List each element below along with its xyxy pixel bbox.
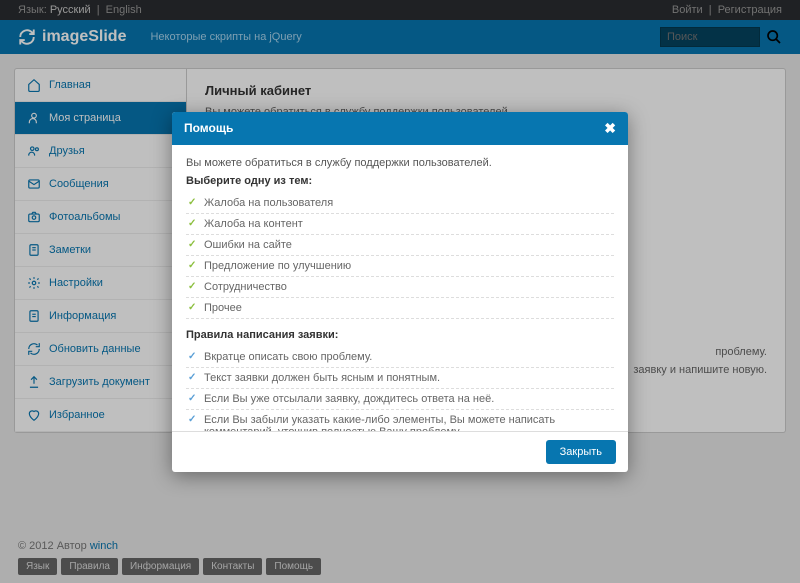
- rule-item: Если Вы забыли указать какие-либо элемен…: [186, 410, 614, 431]
- topic-item[interactable]: Сотрудничество: [186, 277, 614, 298]
- modal-title: Помощь: [184, 121, 233, 135]
- modal-overlay[interactable]: Помощь ✖ Вы можете обратиться в службу п…: [0, 0, 800, 583]
- topic-item[interactable]: Ошибки на сайте: [186, 235, 614, 256]
- rule-item: Если Вы уже отсылали заявку, дождитесь о…: [186, 389, 614, 410]
- modal-body[interactable]: Вы можете обратиться в службу поддержки …: [172, 145, 628, 431]
- modal-intro: Вы можете обратиться в службу поддержки …: [186, 157, 614, 169]
- modal-choose: Выберите одну из тем:: [186, 175, 614, 187]
- topic-item[interactable]: Жалоба на контент: [186, 214, 614, 235]
- rule-item: Текст заявки должен быть ясным и понятны…: [186, 368, 614, 389]
- topic-item[interactable]: Жалоба на пользователя: [186, 193, 614, 214]
- topic-item[interactable]: Предложение по улучшению: [186, 256, 614, 277]
- close-button[interactable]: Закрыть: [546, 440, 616, 464]
- help-modal: Помощь ✖ Вы можете обратиться в службу п…: [172, 112, 628, 472]
- rule-item: Вкратце описать свою проблему.: [186, 347, 614, 368]
- rules-title: Правила написания заявки:: [186, 329, 614, 341]
- topic-item[interactable]: Прочее: [186, 298, 614, 319]
- close-icon[interactable]: ✖: [604, 120, 616, 137]
